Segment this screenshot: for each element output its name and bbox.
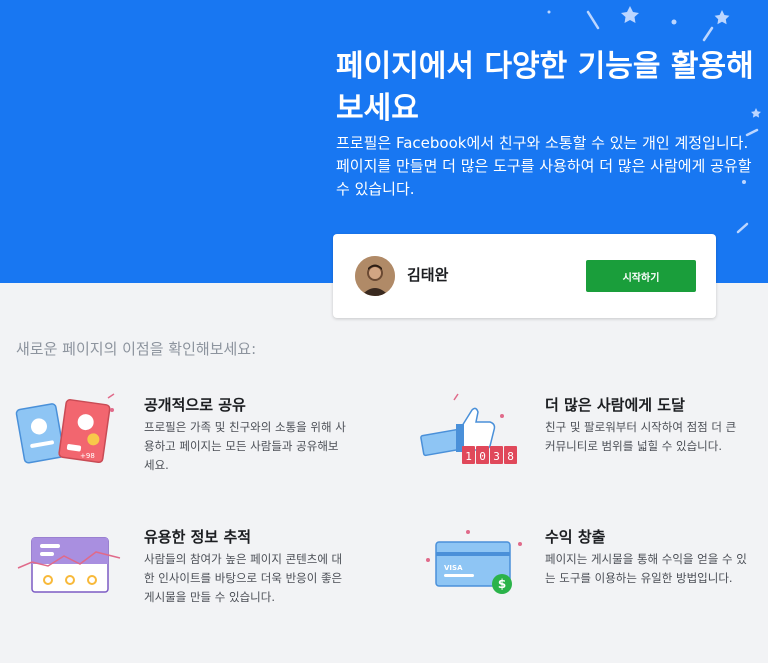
benefit-description: 사람들의 참여가 높은 페이지 콘텐츠에 대한 인사이트를 바탕으로 더욱 반응… — [144, 552, 343, 604]
benefit-track-insights: 유용한 정보 추적 사람들의 참여가 높은 페이지 콘텐츠에 대한 인사이트를 … — [14, 522, 374, 622]
benefit-title: 더 많은 사람에게 도달 — [545, 396, 685, 414]
thumbs-up-counter-icon: 1 0 3 8 — [420, 393, 517, 464]
hero-title: 페이지에서 다양한 기능을 활용해보세요 — [336, 49, 754, 126]
benefit-reach-more: 1 0 3 8 더 많은 사람에게 도달 친구 및 팔로워부터 시작하여 점점 … — [418, 390, 768, 490]
avatar[interactable] — [355, 256, 395, 296]
benefit-title: 공개적으로 공유 — [144, 396, 246, 414]
benefit-description: 페이지는 게시물을 통해 수익을 얻을 수 있는 도구를 이용하는 유일한 방법… — [545, 552, 747, 585]
counter-digit: 3 — [493, 450, 500, 463]
like-counter: 1 0 3 8 — [462, 446, 517, 464]
benefit-description: 프로필은 가족 및 친구와의 소통을 위해 사용하고 페이지는 모든 사람들과 … — [144, 420, 346, 472]
svg-text:$: $ — [498, 577, 506, 591]
benefit-share-publicly: +98 공개적으로 공유 프로필은 가족 및 친구와의 소통을 위해 사용하고 … — [14, 390, 374, 490]
benefit-title: 수익 창출 — [545, 528, 606, 546]
credit-card-dollar-icon: VISA $ — [426, 530, 522, 594]
hero-description: 프로필은 Facebook에서 친구와 소통할 수 있는 개인 계정입니다. 페… — [336, 134, 752, 198]
benefit-title: 유용한 정보 추적 — [144, 528, 252, 546]
insights-chart-icon — [17, 537, 121, 593]
card-label: VISA — [444, 564, 463, 572]
profile-cards-icon: +98 — [15, 393, 115, 464]
badge-count: +98 — [80, 452, 95, 460]
counter-digit: 0 — [479, 450, 486, 463]
benefit-monetize: VISA $ 수익 창출 페이지는 게시물을 통해 수익을 얻을 수 있는 도구… — [418, 522, 768, 622]
create-page-card: 김태완 시작하기 — [333, 234, 716, 318]
counter-digit: 8 — [507, 450, 514, 463]
user-name[interactable]: 김태완 — [407, 264, 448, 285]
profile-photo-icon — [355, 256, 395, 296]
benefit-description: 친구 및 팔로워부터 시작하여 점점 더 큰 커뮤니티로 범위를 넓힐 수 있습… — [545, 420, 737, 453]
start-button[interactable]: 시작하기 — [586, 260, 696, 292]
counter-digit: 1 — [465, 450, 472, 463]
benefits-heading: 새로운 페이지의 이점을 확인해보세요: — [16, 340, 257, 358]
